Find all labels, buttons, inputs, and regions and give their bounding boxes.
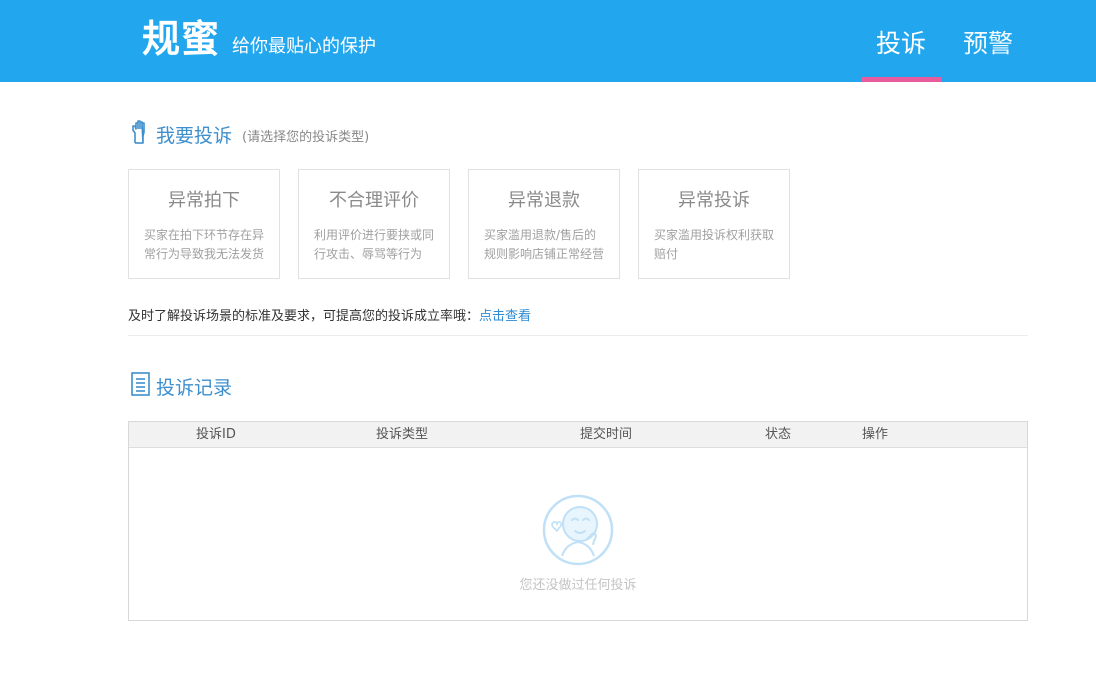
card-desc: 买家滥用投诉权利获取赔付 xyxy=(654,228,775,261)
top-bar: 规蜜 给你最贴心的保护 投诉 预警 xyxy=(0,0,1096,82)
brand[interactable]: 规蜜 给你最贴心的保护 xyxy=(142,14,376,64)
complaint-section-title: 我要投诉 (请选择您的投诉类型) xyxy=(130,119,369,149)
column-header: 状态 xyxy=(765,427,792,442)
brand-name: 规蜜 xyxy=(142,17,221,61)
card-title: 不合理评价 xyxy=(329,190,419,211)
standards-tip: 及时了解投诉场景的标准及要求，可提高您的投诉成立率哦：点击查看 xyxy=(128,305,531,324)
table-header: 投诉ID 投诉类型 提交时间 状态 操作 xyxy=(129,422,1027,448)
section-divider xyxy=(128,335,1028,336)
complaint-title: 我要投诉 xyxy=(156,124,233,147)
card-abnormal-order[interactable]: 异常拍下 买家在拍下环节存在异常行为导致我无法发货 xyxy=(128,169,280,279)
view-standards-link[interactable]: 点击查看 xyxy=(479,309,531,324)
card-unreasonable-review[interactable]: 不合理评价 利用评价进行要挟或同行攻击、辱骂等行为 xyxy=(298,169,450,279)
brand-slogan: 给你最贴心的保护 xyxy=(232,36,377,57)
column-header: 投诉类型 xyxy=(376,427,429,442)
card-abnormal-refund[interactable]: 异常退款 买家滥用退款/售后的规则影响店铺正常经营 xyxy=(468,169,620,279)
nav-active-underline xyxy=(861,77,941,82)
card-title: 异常退款 xyxy=(508,190,580,211)
column-header: 操作 xyxy=(862,427,889,442)
empty-state-text: 您还没做过任何投诉 xyxy=(519,578,637,593)
card-title: 异常投诉 xyxy=(678,190,750,211)
records-title: 投诉记录 xyxy=(156,376,233,399)
hand-icon xyxy=(130,119,152,149)
column-header: 提交时间 xyxy=(580,427,633,442)
tip-text: 及时了解投诉场景的标准及要求，可提高您的投诉成立率哦： xyxy=(128,309,480,324)
document-icon xyxy=(130,371,152,401)
card-title: 异常拍下 xyxy=(168,190,240,211)
nav-warning[interactable]: 预警 xyxy=(948,0,1028,82)
empty-face-icon xyxy=(542,494,614,566)
card-desc: 买家在拍下环节存在异常行为导致我无法发货 xyxy=(144,228,265,261)
card-desc: 买家滥用退款/售后的规则影响店铺正常经营 xyxy=(484,228,605,261)
card-abnormal-complaint[interactable]: 异常投诉 买家滥用投诉权利获取赔付 xyxy=(638,169,790,279)
records-section-title: 投诉记录 xyxy=(130,371,232,401)
complaint-hint: (请选择您的投诉类型) xyxy=(242,130,370,145)
nav-complaint[interactable]: 投诉 xyxy=(861,0,941,82)
column-header: 投诉ID xyxy=(196,427,236,442)
card-desc: 利用评价进行要挟或同行攻击、辱骂等行为 xyxy=(314,228,435,261)
complaint-records-table: 投诉ID 投诉类型 提交时间 状态 操作 您还没做过任何投诉 xyxy=(128,421,1028,621)
